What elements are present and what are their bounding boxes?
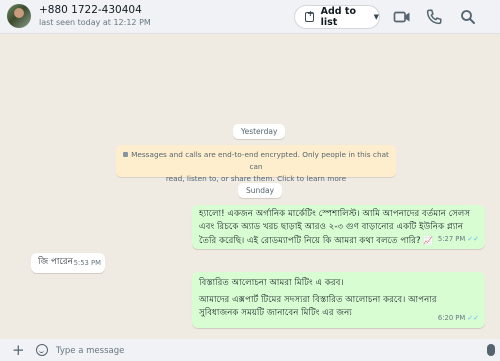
add-to-list-label: Add to list xyxy=(320,6,356,28)
lock-icon xyxy=(123,151,129,157)
message-bubble-outgoing[interactable]: বিস্তারিত আলোচনা আমরা মিটিং এ করব। আমাদে… xyxy=(192,272,485,328)
voice-call-icon[interactable] xyxy=(425,8,443,26)
contact-avatar[interactable] xyxy=(7,4,31,28)
chart-increasing-emoji: 📈 xyxy=(423,236,434,245)
message-text-line: তৈরি করেছি। এই রোডম্যাপটি নিয়ে কি আমরা … xyxy=(199,236,434,246)
encryption-notice-line1: Messages and calls are end-to-end encryp… xyxy=(122,149,390,173)
search-icon[interactable] xyxy=(459,8,477,26)
message-timestamp: 5:53 PM xyxy=(73,259,101,267)
message-bubble-incoming[interactable]: জি পারেন 5:53 PM xyxy=(31,253,105,273)
chat-header: +880 1722-430404 last seen today at 12:1… xyxy=(0,0,500,34)
chat-messages-area: Yesterday Messages and calls are end-to-… xyxy=(0,34,500,339)
read-ticks-icon: ✓✓ xyxy=(467,235,479,243)
message-composer: + xyxy=(0,339,500,361)
date-divider-sunday: Sunday xyxy=(238,183,283,198)
read-ticks-icon: ✓✓ xyxy=(467,314,479,322)
microphone-icon[interactable] xyxy=(487,344,495,356)
message-input[interactable] xyxy=(56,343,476,358)
encryption-notice[interactable]: Messages and calls are end-to-end encryp… xyxy=(116,145,396,183)
add-to-list-button[interactable]: Add to list ▼ xyxy=(294,5,380,29)
date-divider-yesterday: Yesterday xyxy=(233,124,286,139)
list-add-icon xyxy=(305,9,314,22)
message-text-line: এবং রিচকে অ্যাড খরচ ছাড়াই আরও ২-৩ গুণ ব… xyxy=(199,222,464,232)
contact-name[interactable]: +880 1722-430404 xyxy=(39,4,142,16)
message-timestamp: 6:20 PM ✓✓ xyxy=(437,314,479,322)
message-bubble-outgoing[interactable]: হ্যালো! একজন অর্গানিক মার্কেটিং স্পেশালি… xyxy=(192,205,485,249)
chevron-down-icon: ▼ xyxy=(373,13,379,21)
video-call-icon[interactable] xyxy=(393,8,411,26)
message-text-line: আমাদের এক্সপার্ট টিমের সদস্যরা বিস্তারিত… xyxy=(199,295,437,305)
message-text-line: সুবিধাজনক সময়টি জানাবেন মিটিং এর জন্য xyxy=(199,308,352,318)
emoji-icon[interactable] xyxy=(36,344,48,356)
contact-last-seen: last seen today at 12:12 PM xyxy=(39,18,151,27)
message-timestamp: 5:27 PM ✓✓ xyxy=(437,235,479,243)
message-text-line: বিস্তারিত আলোচনা আমরা মিটিং এ করব। xyxy=(199,278,344,288)
message-text-line: হ্যালো! একজন অর্গানিক মার্কেটিং স্পেশালি… xyxy=(199,209,471,219)
attach-plus-icon[interactable]: + xyxy=(12,341,25,359)
